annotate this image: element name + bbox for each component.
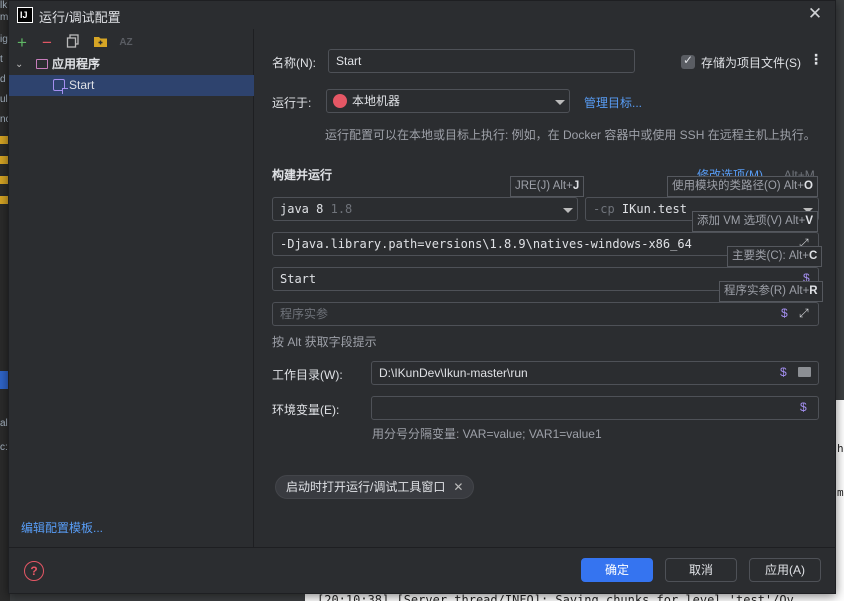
bg-text-fragment: h xyxy=(837,442,844,455)
run-config-icon xyxy=(53,79,68,94)
chip-label: 启动时打开运行/调试工具窗口 xyxy=(286,480,446,494)
run-on-value: 本地机器 xyxy=(352,94,401,108)
env-label: 环境变量(E): xyxy=(272,403,340,417)
intellij-icon: IJ xyxy=(17,7,33,23)
sort-icon[interactable]: AZ xyxy=(117,34,135,52)
add-icon[interactable]: + xyxy=(13,34,31,52)
copy-icon[interactable] xyxy=(64,34,82,52)
background-console-edge: h m xyxy=(836,400,844,590)
program-args-input[interactable]: 程序实参 $ ⤢ xyxy=(272,302,819,326)
run-on-label: 运行于: xyxy=(272,96,312,110)
run-on-hint: 运行配置可以在本地或目标上执行: 例如，在 Docker 容器中或使用 SSH … xyxy=(325,128,816,142)
bg-folder-icon xyxy=(0,176,8,184)
edit-templates-link[interactable]: 编辑配置模板... xyxy=(21,519,103,536)
env-hint: 用分号分隔变量: VAR=value; VAR1=value1 xyxy=(372,427,602,441)
close-icon[interactable]: ✕ xyxy=(805,4,825,24)
macro-icon[interactable]: $ xyxy=(781,306,788,320)
workdir-label: 工作目录(W): xyxy=(272,368,343,382)
manage-targets-link[interactable]: 管理目标... xyxy=(584,94,642,111)
bg-folder-icon xyxy=(0,156,8,164)
run-debug-config-dialog: IJ 运行/调试配置 ✕ + − AZ ⌄ 应用程序 Start 编辑配置模板.… xyxy=(8,0,836,594)
bg-text-fragment: d xyxy=(0,74,6,85)
cancel-button[interactable]: 取消 xyxy=(665,558,737,582)
vm-options-value: -Djava.library.path=versions\1.8.9\nativ… xyxy=(280,237,692,251)
tree-item-start[interactable]: Start xyxy=(9,75,254,96)
tooltip-jre: JRE(J) Alt+J xyxy=(510,176,585,197)
local-machine-icon xyxy=(333,94,347,108)
config-sidebar: + − AZ ⌄ 应用程序 Start 编辑配置模板... xyxy=(9,29,254,547)
tree-item-label: 应用程序 xyxy=(52,57,101,71)
application-folder-icon xyxy=(36,59,48,69)
bg-folder-icon xyxy=(0,136,8,144)
expand-icon[interactable]: ⤢ xyxy=(799,306,809,321)
launch-tool-window-chip[interactable]: 启动时打开运行/调试工具窗口 ✕ xyxy=(275,475,475,499)
name-input-value: Start xyxy=(336,54,362,68)
macro-icon[interactable]: $ xyxy=(800,400,807,414)
folder-icon[interactable] xyxy=(91,34,109,52)
macro-icon[interactable]: $ xyxy=(780,365,787,379)
tooltip-vm-options: 添加 VM 选项(V) Alt+V xyxy=(692,211,818,232)
bg-text-fragment: ul xyxy=(0,94,8,105)
more-vert-icon[interactable]: ⋮ xyxy=(809,51,823,68)
classpath-value: -cp IKun.test xyxy=(593,202,687,216)
tooltip-program-args: 程序实参(R) Alt+R xyxy=(719,281,823,302)
apply-button[interactable]: 应用(A) xyxy=(749,558,821,582)
workdir-input[interactable]: D:\IKunDev\Ikun-master\run $ xyxy=(371,361,819,385)
jre-value: java 8 1.8 xyxy=(280,202,353,216)
main-class-value: Start xyxy=(280,272,317,286)
chevron-down-icon[interactable]: ⌄ xyxy=(15,54,27,75)
program-args-placeholder: 程序实参 xyxy=(280,307,329,321)
close-icon[interactable]: ✕ xyxy=(453,480,463,494)
browse-folder-icon[interactable] xyxy=(798,367,811,377)
bg-text-fragment: m xyxy=(837,486,844,499)
tooltip-classpath: 使用模块的类路径(O) Alt+O xyxy=(667,176,818,197)
store-as-project-checkbox[interactable] xyxy=(681,53,695,69)
name-input[interactable]: Start xyxy=(328,49,635,73)
bg-text-fragment: lk xyxy=(0,0,8,11)
title-bar: IJ 运行/调试配置 ✕ xyxy=(9,1,835,29)
chevron-down-icon xyxy=(555,100,565,105)
bg-text-fragment: ig xyxy=(0,34,8,45)
store-as-project-label[interactable]: 存储为项目文件(S) xyxy=(701,54,801,71)
help-icon[interactable]: ? xyxy=(24,561,44,581)
console-line: [20:10:38] [Server thread/INFO]: Saving … xyxy=(317,593,794,601)
tooltip-main-class: 主要类(C): Alt+C xyxy=(727,246,823,267)
env-input[interactable]: $ xyxy=(371,396,819,420)
ok-button[interactable]: 确定 xyxy=(581,558,653,582)
jre-select[interactable]: java 8 1.8 xyxy=(272,197,578,221)
run-on-select[interactable]: 本地机器 xyxy=(326,89,570,113)
bg-folder-icon xyxy=(0,196,8,204)
build-run-heading: 构建并运行 xyxy=(272,168,333,182)
dialog-title: 运行/调试配置 xyxy=(39,10,121,25)
alt-hint: 按 Alt 获取字段提示 xyxy=(272,335,377,349)
remove-icon[interactable]: − xyxy=(38,34,56,52)
bg-text-fragment: t xyxy=(0,54,3,65)
chevron-down-icon xyxy=(563,208,573,213)
name-label: 名称(N): xyxy=(272,56,316,70)
tree-item-label: Start xyxy=(69,78,95,92)
tree-item-application[interactable]: ⌄ 应用程序 xyxy=(9,54,254,75)
bg-text-fragment: al xyxy=(0,418,8,429)
workdir-value: D:\IKunDev\Ikun-master\run xyxy=(379,366,528,380)
